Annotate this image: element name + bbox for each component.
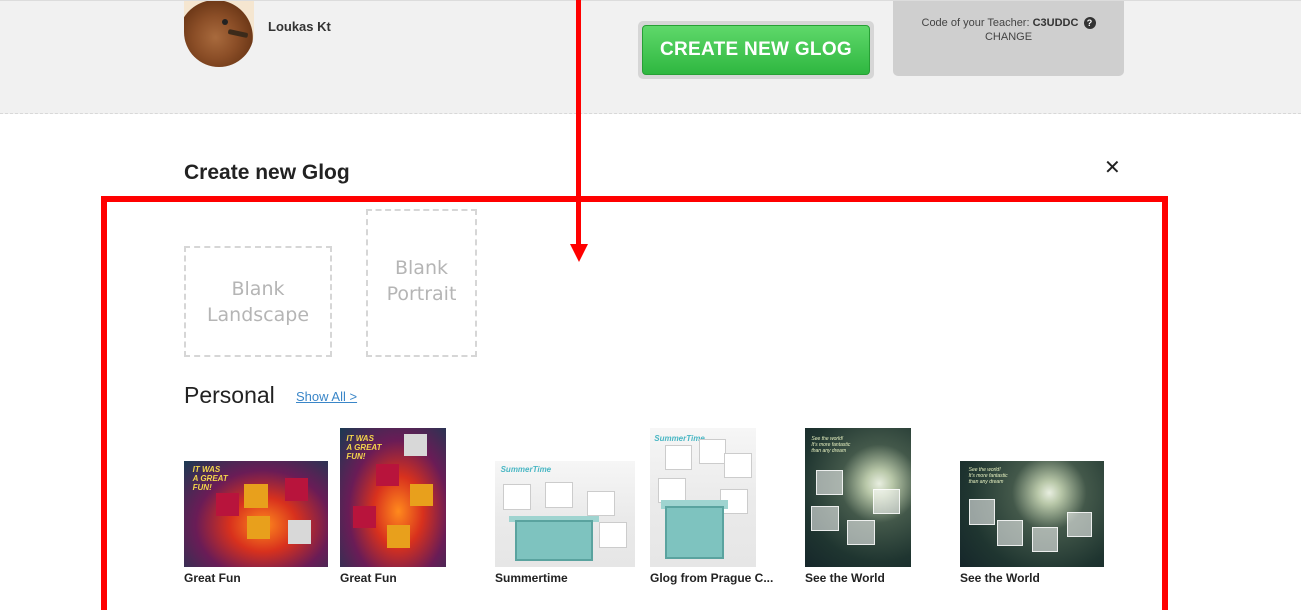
template-card — [698, 439, 727, 465]
change-teacher-link[interactable]: CHANGE — [893, 30, 1124, 44]
template-thumbnail[interactable]: SummerTime — [650, 428, 756, 567]
template-card — [872, 489, 901, 515]
username: Loukas Kt — [268, 19, 331, 34]
teacher-code: C3UDDC — [1032, 17, 1079, 29]
template-card — [284, 477, 308, 502]
blank-portrait-option[interactable]: Blank Portrait — [366, 209, 477, 357]
blank-portrait-label: Blank Portrait — [387, 255, 457, 307]
template-card — [352, 505, 377, 529]
close-icon[interactable]: ✕ — [1104, 158, 1121, 178]
avatar-eye — [222, 19, 228, 25]
template-thumbnail[interactable]: See the world! It's more fantastic than an… — [960, 461, 1104, 567]
blank-landscape-option[interactable]: Blank Landscape — [184, 246, 332, 357]
modal-title: Create new Glog — [184, 161, 350, 184]
template-card — [997, 520, 1024, 546]
template-card — [287, 520, 311, 544]
template-art-text: IT WAS A GREAT FUN! — [192, 465, 228, 493]
template-art-hut — [664, 505, 725, 559]
top-header: Loukas Kt CREATE NEW GLOG Code of your T… — [0, 0, 1301, 114]
template-card — [386, 525, 410, 548]
template-card — [815, 469, 844, 495]
blank-landscape-line2: Landscape — [206, 303, 310, 326]
avatar[interactable] — [184, 1, 254, 67]
template-thumbnail[interactable]: See the world! It's more fantastic than an… — [805, 428, 911, 567]
page: Loukas Kt CREATE NEW GLOG Code of your T… — [0, 0, 1301, 610]
section-title-personal: Personal — [184, 382, 275, 408]
template-card — [1066, 511, 1093, 538]
template-art-text: IT WAS A GREAT FUN! — [346, 433, 382, 461]
show-all-link[interactable]: Show All > — [296, 389, 357, 404]
help-icon[interactable]: ? — [1083, 17, 1096, 30]
template-card — [409, 483, 434, 506]
blank-portrait-line1: Blank — [394, 257, 448, 279]
avatar-beak — [227, 28, 249, 39]
template-name[interactable]: Great Fun — [340, 571, 397, 585]
template-card — [811, 505, 839, 531]
template-art-text: See the world! It's more fantastic than an… — [968, 467, 1008, 486]
template-card — [215, 492, 239, 517]
template-thumbnail[interactable]: IT WAS A GREAT FUN! — [340, 428, 446, 567]
template-thumbnail[interactable]: SummerTime — [495, 461, 635, 567]
template-name[interactable]: See the World — [960, 571, 1040, 585]
template-card — [503, 484, 532, 510]
template-card — [724, 453, 752, 479]
teacher-code-box: Code of your Teacher: C3UDDC ? CHANGE — [893, 1, 1124, 76]
template-name[interactable]: Glog from Prague C... — [650, 571, 773, 585]
template-card — [376, 464, 400, 487]
template-art-text: See the world! It's more fantastic than an… — [811, 436, 851, 455]
template-card — [587, 490, 616, 517]
template-card — [247, 516, 271, 540]
blank-landscape-label: Blank Landscape — [207, 276, 309, 328]
template-art-logo: SummerTime — [654, 433, 705, 443]
template-thumbnail[interactable]: IT WAS A GREAT FUN! — [184, 461, 328, 567]
template-card — [968, 499, 995, 525]
template-card — [545, 482, 574, 508]
blank-portrait-line2: Portrait — [386, 283, 457, 305]
template-card — [1032, 526, 1058, 553]
template-art-hut — [514, 520, 593, 561]
template-card — [664, 444, 693, 470]
template-card — [403, 433, 427, 456]
template-name[interactable]: See the World — [805, 571, 885, 585]
template-card — [598, 522, 627, 548]
create-new-glog-button[interactable]: CREATE NEW GLOG — [642, 25, 870, 75]
blank-landscape-line1: Blank — [231, 277, 285, 300]
template-name[interactable]: Summertime — [495, 571, 568, 585]
template-card — [847, 519, 875, 545]
template-art-logo: SummerTime — [500, 465, 552, 475]
template-card — [244, 484, 268, 508]
teacher-code-label: Code of your Teacher: — [921, 17, 1030, 29]
template-card — [658, 478, 687, 504]
template-name[interactable]: Great Fun — [184, 571, 241, 585]
